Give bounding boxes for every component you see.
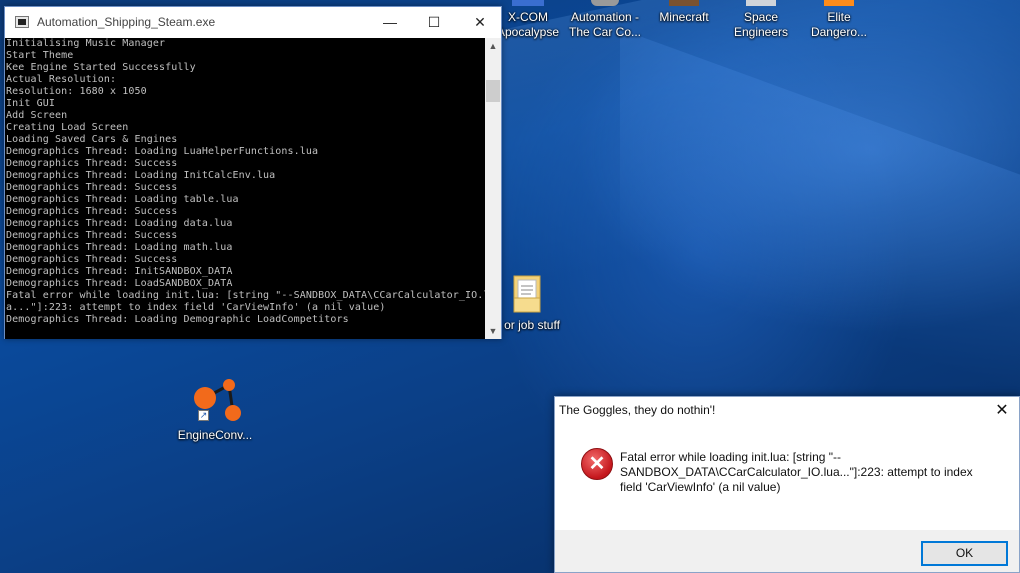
error-icon: ✕ xyxy=(581,448,613,480)
console-line: Initialising Music Manager xyxy=(6,38,166,49)
console-line: Demographics Thread: Success xyxy=(6,206,178,217)
dialog-close-button[interactable]: ✕ xyxy=(985,397,1019,425)
desktop-icon-label: Automation - The Car Co... xyxy=(568,10,642,39)
console-line: Demographics Thread: Success xyxy=(6,230,178,241)
console-line: Demographics Thread: Loading Demographic… xyxy=(6,314,349,325)
console-line: Init GUI xyxy=(6,98,55,109)
console-line: Add Screen xyxy=(6,110,68,121)
shortcut-arrow-icon: ↗ xyxy=(198,410,209,421)
minimize-button[interactable]: — xyxy=(367,7,413,38)
console-line: Demographics Thread: Success xyxy=(6,158,178,169)
console-line: Resolution: 1680 x 1050 xyxy=(6,86,147,97)
elite-dangerous-icon xyxy=(824,0,854,6)
desktop-icon-engineconv[interactable]: ↗ EngineConv... xyxy=(173,376,257,443)
scrollbar-thumb[interactable] xyxy=(486,80,500,102)
dialog-title: The Goggles, they do nothin'! xyxy=(559,403,716,417)
console-line: Demographics Thread: Loading data.lua xyxy=(6,218,233,229)
error-dialog[interactable]: The Goggles, they do nothin'! ✕ ✕ Fatal … xyxy=(554,396,1020,573)
console-line: Demographics Thread: InitSANDBOX_DATA xyxy=(6,266,233,277)
console-line: Demographics Thread: Loading math.lua xyxy=(6,242,233,253)
ok-button[interactable]: OK xyxy=(921,541,1008,566)
space-engineers-icon xyxy=(746,0,776,6)
console-line: Kee Engine Started Successfully xyxy=(6,62,196,73)
console-line: a..."]:223: attempt to index field 'CarV… xyxy=(6,302,386,313)
scroll-down-icon[interactable]: ▼ xyxy=(485,323,501,339)
error-message: Fatal error while loading init.lua: [str… xyxy=(620,450,973,494)
close-button[interactable]: ✕ xyxy=(457,7,503,38)
console-line: Actual Resolution: xyxy=(6,74,117,85)
console-line: Loading Saved Cars & Engines xyxy=(6,134,178,145)
desktop-icon-elite-dangerous[interactable]: Elite Dangero... xyxy=(800,0,878,40)
desktop-icon-label: Space Engineers xyxy=(733,10,789,39)
desktop-icon-label: or job stuff xyxy=(504,318,560,332)
minecraft-icon xyxy=(669,0,699,6)
automation-icon xyxy=(591,0,619,6)
desktop-icon-automation[interactable]: Automation - The Car Co... xyxy=(566,0,644,40)
console-titlebar[interactable]: Automation_Shipping_Steam.exe — ☐ ✕ xyxy=(5,7,501,38)
console-scrollbar[interactable]: ▲ ▼ xyxy=(485,38,501,339)
desktop-icon-job-stuff[interactable]: or job stuff xyxy=(492,272,572,333)
folder-icon xyxy=(510,272,544,316)
desktop-icon-label: Minecraft xyxy=(659,10,709,24)
desktop-icon-label: EngineConv... xyxy=(177,428,253,442)
console-line: Demographics Thread: Success xyxy=(6,254,178,265)
engineconv-icon: ↗ xyxy=(185,376,245,426)
console-line: Demographics Thread: Loading table.lua xyxy=(6,194,239,205)
console-title: Automation_Shipping_Steam.exe xyxy=(37,15,216,29)
dialog-footer: OK xyxy=(555,530,1019,572)
console-line: Creating Load Screen xyxy=(6,122,129,133)
xcom-icon xyxy=(512,0,544,6)
console-line: Demographics Thread: Loading LuaHelperFu… xyxy=(6,146,319,157)
scroll-up-icon[interactable]: ▲ xyxy=(485,38,501,54)
console-line: Demographics Thread: Loading InitCalcEnv… xyxy=(6,170,276,181)
console-window[interactable]: Automation_Shipping_Steam.exe — ☐ ✕ Init… xyxy=(4,6,502,339)
maximize-button[interactable]: ☐ xyxy=(411,7,457,38)
console-app-icon xyxy=(15,16,29,28)
console-line: Start Theme xyxy=(6,50,74,61)
console-line: Demographics Thread: Success xyxy=(6,182,178,193)
desktop-icon-minecraft[interactable]: Minecraft xyxy=(645,0,723,25)
desktop-icon-space-engineers[interactable]: Space Engineers xyxy=(722,0,800,40)
console-output[interactable]: Initialising Music Manager Start Theme K… xyxy=(5,38,486,339)
console-line: Demographics Thread: LoadSANDBOX_DATA xyxy=(6,278,233,289)
console-line: Fatal error while loading init.lua: [str… xyxy=(6,290,486,301)
desktop-icon-label: Elite Dangero... xyxy=(810,10,868,39)
